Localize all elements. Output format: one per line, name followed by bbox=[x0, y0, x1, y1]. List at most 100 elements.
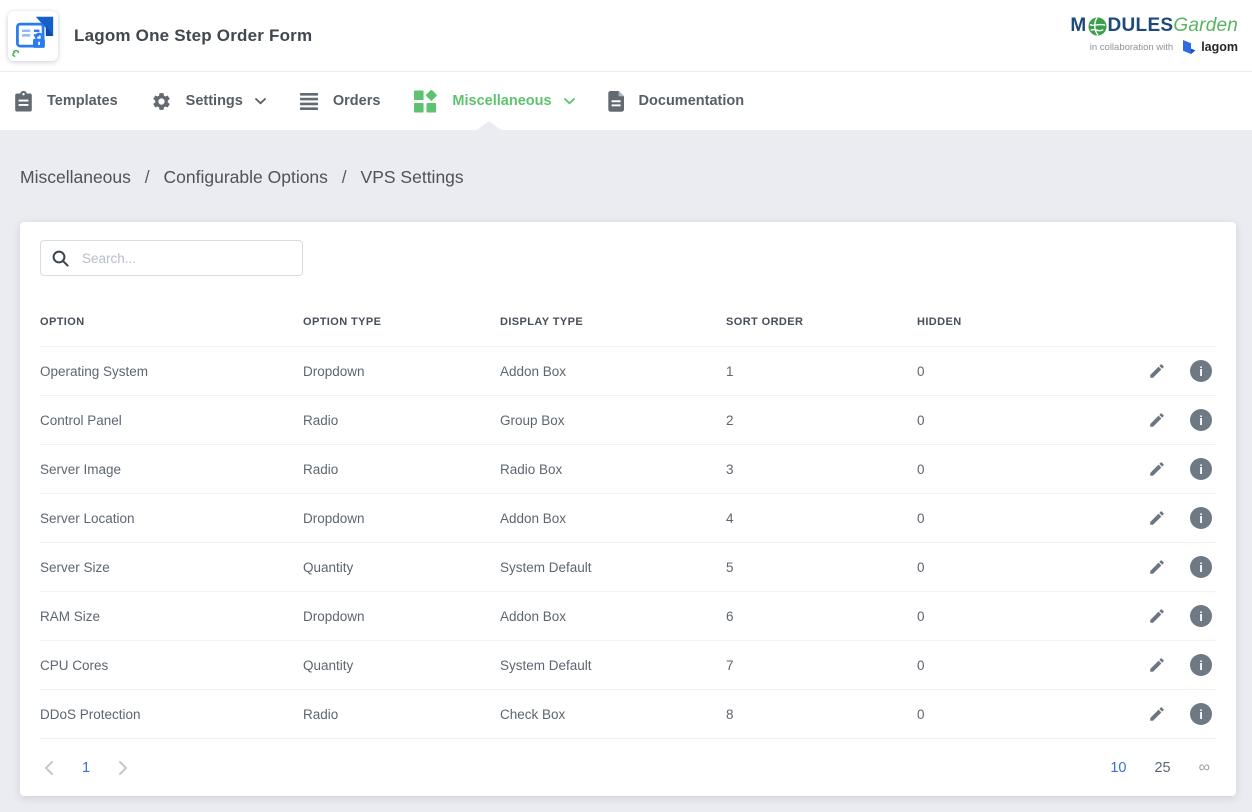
cell-option-type: Radio bbox=[303, 706, 500, 723]
row-actions: i bbox=[1069, 654, 1216, 676]
page-size-10[interactable]: 10 bbox=[1110, 760, 1126, 776]
cell-option-type: Dropdown bbox=[303, 363, 500, 380]
cell-hidden: 0 bbox=[917, 510, 1069, 527]
edit-pencil-icon[interactable] bbox=[1148, 705, 1166, 723]
edit-pencil-icon[interactable] bbox=[1148, 362, 1166, 380]
globe-icon bbox=[1088, 17, 1107, 36]
info-icon[interactable]: i bbox=[1190, 409, 1212, 431]
breadcrumb-configurable-options[interactable]: Configurable Options bbox=[164, 167, 328, 187]
info-icon[interactable]: i bbox=[1190, 507, 1212, 529]
info-icon[interactable]: i bbox=[1190, 360, 1212, 382]
search-input[interactable] bbox=[80, 250, 291, 267]
cell-display-type: Check Box bbox=[500, 706, 726, 723]
table-row: Server Size Quantity System Default 5 0 … bbox=[40, 542, 1216, 591]
nav-item-orders[interactable]: Orders bbox=[299, 93, 381, 110]
cell-display-type: Addon Box bbox=[500, 608, 726, 625]
cell-hidden: 0 bbox=[917, 363, 1069, 380]
row-actions: i bbox=[1069, 458, 1216, 480]
edit-pencil-icon[interactable] bbox=[1148, 460, 1166, 478]
info-icon[interactable]: i bbox=[1190, 605, 1212, 627]
table-row: Server Location Dropdown Addon Box 4 0 i bbox=[40, 493, 1216, 542]
cell-sort-order: 4 bbox=[726, 510, 917, 527]
edit-pencil-icon[interactable] bbox=[1148, 558, 1166, 576]
search-box[interactable] bbox=[40, 240, 303, 276]
cell-sort-order: 7 bbox=[726, 657, 917, 674]
cell-sort-order: 6 bbox=[726, 608, 917, 625]
modulesgarden-brand: M DULES Garden in collaboration with bbox=[1070, 16, 1238, 56]
breadcrumb-current: VPS Settings bbox=[361, 167, 464, 187]
edit-pencil-icon[interactable] bbox=[1148, 607, 1166, 625]
cell-option-type: Dropdown bbox=[303, 608, 500, 625]
cell-sort-order: 2 bbox=[726, 412, 917, 429]
prev-page-icon[interactable] bbox=[42, 759, 55, 777]
edit-pencil-icon[interactable] bbox=[1148, 509, 1166, 527]
nav-label: Orders bbox=[333, 93, 381, 109]
cell-sort-order: 5 bbox=[726, 559, 917, 576]
table-row: RAM Size Dropdown Addon Box 6 0 i bbox=[40, 591, 1216, 640]
topbar: Lagom One Step Order Form M DULES Garden… bbox=[0, 0, 1252, 72]
cell-hidden: 0 bbox=[917, 657, 1069, 674]
col-header-display-type: DISPLAY TYPE bbox=[500, 316, 726, 329]
cell-option: Operating System bbox=[40, 363, 303, 380]
table-body: Operating System Dropdown Addon Box 1 0 … bbox=[40, 346, 1216, 738]
chevron-down-icon bbox=[564, 98, 575, 105]
table-row: CPU Cores Quantity System Default 7 0 i bbox=[40, 640, 1216, 689]
cell-option: Server Location bbox=[40, 510, 303, 527]
clipboard-icon bbox=[14, 91, 33, 112]
breadcrumb-separator: / bbox=[342, 167, 347, 187]
col-header-hidden: HIDDEN bbox=[917, 316, 1069, 329]
brand-garden: Garden bbox=[1173, 16, 1238, 36]
row-actions: i bbox=[1069, 360, 1216, 382]
info-icon[interactable]: i bbox=[1190, 458, 1212, 480]
search-icon bbox=[52, 250, 69, 267]
cell-hidden: 0 bbox=[917, 608, 1069, 625]
cell-option: CPU Cores bbox=[40, 657, 303, 674]
edit-pencil-icon[interactable] bbox=[1148, 411, 1166, 429]
page-number[interactable]: 1 bbox=[82, 760, 90, 776]
info-icon[interactable]: i bbox=[1190, 556, 1212, 578]
cell-display-type: Addon Box bbox=[500, 363, 726, 380]
pager: 1 bbox=[42, 759, 130, 777]
info-icon[interactable]: i bbox=[1190, 654, 1212, 676]
cell-option: Server Size bbox=[40, 559, 303, 576]
collab-text: in collaboration with bbox=[1090, 42, 1173, 53]
breadcrumb: Miscellaneous / Configurable Options / V… bbox=[0, 130, 1252, 187]
cell-hidden: 0 bbox=[917, 412, 1069, 429]
cell-display-type: Group Box bbox=[500, 412, 726, 429]
cell-option-type: Radio bbox=[303, 461, 500, 478]
row-actions: i bbox=[1069, 507, 1216, 529]
nav-item-templates[interactable]: Templates bbox=[14, 91, 118, 112]
cell-option-type: Radio bbox=[303, 412, 500, 429]
table-row: Server Image Radio Radio Box 3 0 i bbox=[40, 444, 1216, 493]
breadcrumb-miscellaneous[interactable]: Miscellaneous bbox=[20, 167, 131, 187]
page-size-all[interactable]: ∞ bbox=[1199, 759, 1210, 777]
cell-display-type: System Default bbox=[500, 657, 726, 674]
col-header-option-type: OPTION TYPE bbox=[303, 316, 500, 329]
row-actions: i bbox=[1069, 703, 1216, 725]
cell-display-type: Radio Box bbox=[500, 461, 726, 478]
nav-label: Documentation bbox=[639, 93, 745, 109]
cell-option: DDoS Protection bbox=[40, 706, 303, 723]
nav-item-settings[interactable]: Settings bbox=[151, 91, 266, 112]
page-size-25[interactable]: 25 bbox=[1154, 760, 1170, 776]
row-actions: i bbox=[1069, 409, 1216, 431]
nav-label: Miscellaneous bbox=[452, 93, 551, 109]
nav-label: Settings bbox=[186, 93, 243, 109]
next-page-icon[interactable] bbox=[117, 759, 130, 777]
app-logo-icon bbox=[8, 11, 58, 61]
row-actions: i bbox=[1069, 556, 1216, 578]
lagom-logo-icon bbox=[1180, 39, 1197, 56]
nav-label: Templates bbox=[47, 93, 118, 109]
breadcrumb-separator: / bbox=[145, 167, 150, 187]
cell-display-type: Addon Box bbox=[500, 510, 726, 527]
info-icon[interactable]: i bbox=[1190, 703, 1212, 725]
col-header-option: OPTION bbox=[40, 316, 303, 329]
edit-pencil-icon[interactable] bbox=[1148, 656, 1166, 674]
nav-item-documentation[interactable]: Documentation bbox=[608, 91, 745, 112]
cell-display-type: System Default bbox=[500, 559, 726, 576]
cell-option-type: Quantity bbox=[303, 657, 500, 674]
nav-item-miscellaneous[interactable]: Miscellaneous bbox=[413, 89, 574, 114]
cell-hidden: 0 bbox=[917, 559, 1069, 576]
brand-modules-rest: DULES bbox=[1108, 16, 1174, 36]
col-header-sort-order: SORT ORDER bbox=[726, 316, 917, 329]
